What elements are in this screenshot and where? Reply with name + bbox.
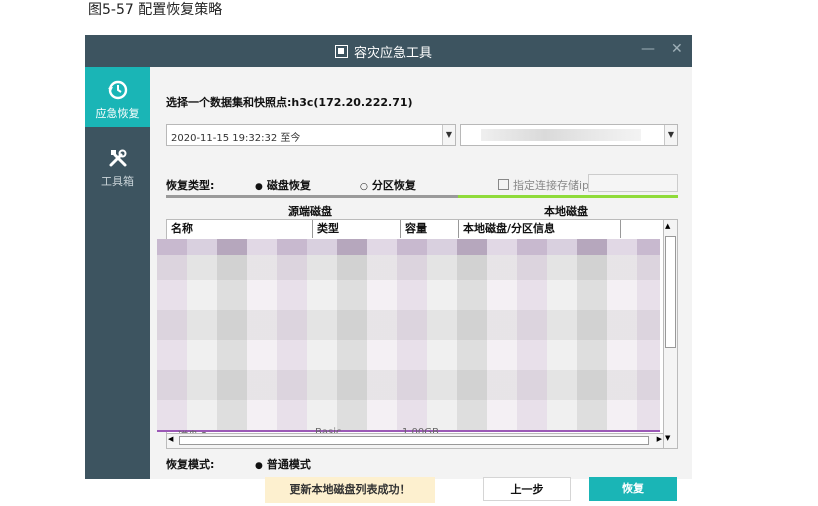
horizontal-scrollbar[interactable]: ◀ ▶ xyxy=(167,433,663,448)
radio-unselected-icon: ○ xyxy=(360,182,368,192)
restore-button[interactable]: 恢复 xyxy=(589,477,677,501)
h-scroll-thumb[interactable] xyxy=(179,436,649,445)
chevron-down-icon[interactable]: ▼ xyxy=(664,125,677,145)
scroll-down-icon[interactable]: ▼ xyxy=(665,434,670,442)
minimize-button[interactable]: — xyxy=(641,41,655,57)
local-disk-tab-bar xyxy=(458,195,678,198)
sidebar-item-toolbox[interactable]: 工具箱 xyxy=(85,139,150,199)
obscured-row xyxy=(157,239,660,255)
sidebar-item-emergency-restore[interactable]: 应急恢复 xyxy=(85,67,150,127)
column-header-name[interactable]: 名称 xyxy=(167,220,313,238)
vertical-scrollbar[interactable]: ▲ ▼ xyxy=(663,220,677,448)
local-disk-header[interactable]: 本地磁盘 xyxy=(544,203,588,219)
column-header-local-info[interactable]: 本地磁盘/分区信息 xyxy=(459,220,621,238)
checkbox-icon xyxy=(498,179,509,190)
second-dropdown[interactable]: ▼ xyxy=(460,124,678,146)
column-header-capacity[interactable]: 容量 xyxy=(401,220,459,238)
radio-selected-icon: ● xyxy=(255,182,263,192)
radio-normal-mode[interactable]: ● 普通模式 xyxy=(255,456,311,472)
obscured-value xyxy=(481,129,641,141)
column-header-type[interactable]: 类型 xyxy=(313,220,401,238)
window-title: 容灾应急工具 xyxy=(354,46,433,61)
scroll-up-icon[interactable]: ▲ xyxy=(665,222,670,230)
checkbox-label: 指定连接存储ip xyxy=(513,179,590,192)
main-panel: 选择一个数据集和快照点:h3c(172.20.222.71) 2020-11-1… xyxy=(150,67,692,503)
scroll-left-icon[interactable]: ◀ xyxy=(168,435,173,443)
scroll-right-icon[interactable]: ▶ xyxy=(657,435,662,443)
dataset-select-title: 选择一个数据集和快照点:h3c(172.20.222.71) xyxy=(166,96,413,109)
restore-mode-label: 恢复模式: xyxy=(166,458,215,471)
close-button[interactable]: ✕ xyxy=(671,41,683,57)
figure-caption: 图5-57 配置恢复策略 xyxy=(88,2,223,18)
previous-step-button[interactable]: 上一步 xyxy=(483,477,571,501)
storage-ip-input[interactable] xyxy=(588,174,678,192)
source-disk-tab-bar xyxy=(166,195,458,198)
tools-icon xyxy=(109,149,126,167)
radio-disk-restore[interactable]: ● 磁盘恢复 xyxy=(255,177,311,193)
title-wrap: 容灾应急工具 xyxy=(335,42,432,61)
scroll-thumb[interactable] xyxy=(665,236,676,348)
radio-label: 磁盘恢复 xyxy=(266,179,311,192)
status-toast: 更新本地磁盘列表成功！ xyxy=(265,477,435,503)
chevron-down-icon[interactable]: ▼ xyxy=(442,125,455,145)
sidebar: 应急恢复 工具箱 xyxy=(85,67,150,479)
sidebar-item-label: 应急恢复 xyxy=(95,107,140,120)
snapshot-dropdown[interactable]: 2020-11-15 19:32:32 至今 ▼ xyxy=(166,124,456,146)
history-icon xyxy=(107,80,127,100)
restore-type-label: 恢复类型: xyxy=(166,179,215,192)
title-bar: 容灾应急工具 — ✕ xyxy=(85,35,692,67)
app-logo-icon xyxy=(335,45,348,58)
app-window: 容灾应急工具 — ✕ 应急恢复 工具箱 选择一个数据集和快照点:h3c(172.… xyxy=(85,35,692,503)
radio-label: 普通模式 xyxy=(266,458,311,471)
sidebar-item-label: 工具箱 xyxy=(101,175,134,188)
obscured-table-content xyxy=(157,239,660,432)
specify-storage-checkbox[interactable]: 指定连接存储ip xyxy=(498,177,589,193)
snapshot-value: 2020-11-15 19:32:32 至今 xyxy=(171,133,301,144)
radio-partition-restore[interactable]: ○ 分区恢复 xyxy=(360,177,416,193)
source-disk-header[interactable]: 源端磁盘 xyxy=(288,203,332,219)
radio-label: 分区恢复 xyxy=(371,179,416,192)
radio-selected-icon: ● xyxy=(255,461,263,471)
